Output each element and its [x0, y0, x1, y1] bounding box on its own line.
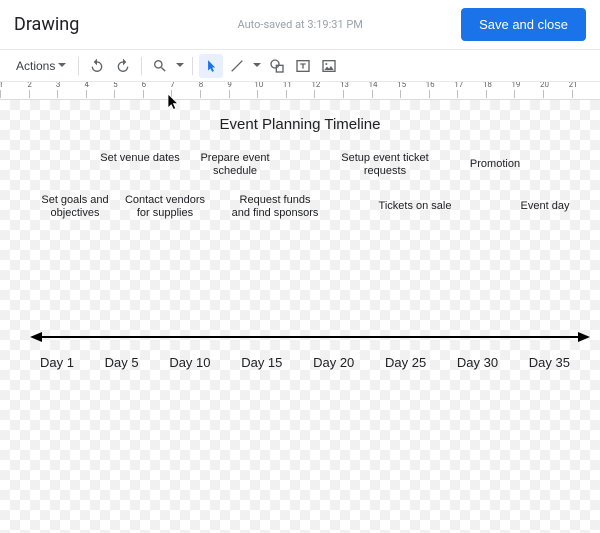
ruler-tick: 1	[0, 90, 29, 98]
task-label[interactable]: Set venue dates	[95, 152, 185, 165]
ruler-tick: 5	[114, 90, 143, 98]
ruler-tick: 8	[200, 90, 229, 98]
axis-tick-label[interactable]: Day 15	[241, 355, 282, 370]
timeline-arrow[interactable]	[30, 336, 590, 338]
ruler-tick: 19	[514, 90, 543, 98]
axis-tick-label[interactable]: Day 10	[169, 355, 210, 370]
drawing-canvas[interactable]: Event Planning Timeline Set venue dates …	[0, 100, 600, 533]
ruler-tick: 3	[57, 90, 86, 98]
separator	[78, 57, 79, 75]
ruler-tick: 14	[372, 90, 401, 98]
ruler-tick: 6	[143, 90, 172, 98]
line-dropdown[interactable]	[251, 54, 263, 78]
autosave-status: Auto-saved at 3:19:31 PM	[177, 18, 362, 31]
ruler-tick: 4	[86, 90, 115, 98]
ruler-tick: 10	[257, 90, 286, 98]
shape-icon	[269, 58, 285, 74]
ruler-tick: 16	[429, 90, 458, 98]
app-title: Drawing	[14, 14, 79, 35]
textbox-icon	[295, 58, 311, 74]
shape-tool-button[interactable]	[265, 54, 289, 78]
task-label[interactable]: Tickets on sale	[370, 200, 460, 213]
axis-tick-label[interactable]: Day 1	[40, 355, 74, 370]
ruler-tick: 21	[572, 90, 600, 98]
task-label[interactable]: Promotion	[450, 158, 540, 171]
zoom-button[interactable]	[148, 54, 172, 78]
zoom-dropdown[interactable]	[174, 54, 186, 78]
actions-label: Actions	[16, 59, 55, 73]
ruler-tick: 20	[543, 90, 572, 98]
horizontal-ruler: 123456789101112131415161718192021	[0, 82, 600, 100]
zoom-icon	[152, 58, 168, 74]
image-tool-button[interactable]	[317, 54, 341, 78]
ruler-tick: 2	[29, 90, 58, 98]
axis-tick-label[interactable]: Day 5	[105, 355, 139, 370]
undo-button[interactable]	[85, 54, 109, 78]
task-label[interactable]: Request funds and find sponsors	[230, 194, 320, 220]
axis-tick-label[interactable]: Day 25	[385, 355, 426, 370]
dropdown-icon	[176, 63, 184, 68]
save-and-close-button[interactable]: Save and close	[461, 8, 586, 41]
axis-tick-label[interactable]: Day 35	[529, 355, 570, 370]
dropdown-icon	[253, 63, 261, 68]
ruler-tick: 13	[343, 90, 372, 98]
task-label[interactable]: Contact vendors for supplies	[120, 194, 210, 220]
ruler-tick: 15	[400, 90, 429, 98]
ruler-tick: 17	[457, 90, 486, 98]
undo-icon	[89, 58, 105, 74]
ruler-tick: 18	[486, 90, 515, 98]
axis-tick-label[interactable]: Day 30	[457, 355, 498, 370]
line-icon	[229, 58, 245, 74]
cursor-icon	[204, 59, 218, 73]
separator	[141, 57, 142, 75]
image-icon	[321, 58, 337, 74]
select-tool-button[interactable]	[199, 54, 223, 78]
line-tool-button[interactable]	[225, 54, 249, 78]
ruler-tick: 12	[314, 90, 343, 98]
axis-tick-label[interactable]: Day 20	[313, 355, 354, 370]
redo-button[interactable]	[111, 54, 135, 78]
separator	[192, 57, 193, 75]
task-label[interactable]: Event day	[500, 200, 590, 213]
task-label[interactable]: Prepare event schedule	[190, 152, 280, 178]
textbox-tool-button[interactable]	[291, 54, 315, 78]
task-label[interactable]: Setup event ticket requests	[340, 152, 430, 178]
redo-icon	[115, 58, 131, 74]
ruler-tick: 11	[286, 90, 315, 98]
ruler-tick: 7	[171, 90, 200, 98]
dropdown-icon	[58, 63, 66, 68]
actions-menu-button[interactable]: Actions	[10, 55, 72, 77]
chart-title[interactable]: Event Planning Timeline	[0, 116, 600, 133]
task-label[interactable]: Set goals and objectives	[30, 194, 120, 220]
ruler-tick: 9	[229, 90, 258, 98]
